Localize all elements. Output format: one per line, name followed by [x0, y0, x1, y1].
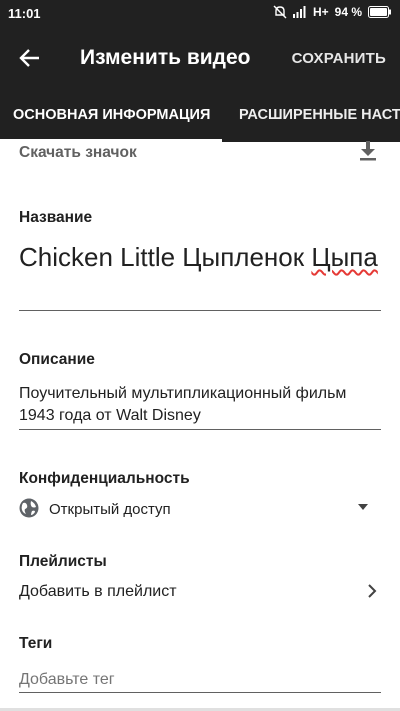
privacy-dropdown[interactable]: Открытый доступ	[19, 498, 381, 520]
title-label: Название	[19, 209, 93, 226]
edit-form: Скачать значок Название Chicken Little Ц…	[0, 141, 400, 711]
add-to-playlist-label: Добавить в плейлист	[19, 583, 177, 600]
dropdown-caret-icon	[358, 504, 368, 510]
tab-bar: ОСНОВНАЯ ИНФОРМАЦИЯ РАСШИРЕННЫЕ НАСТРОЙК…	[0, 88, 400, 142]
description-label: Описание	[19, 351, 95, 368]
title-value-start: Chicken Little Цыпленок	[19, 242, 305, 272]
network-type: H+	[312, 5, 329, 19]
battery-icon	[368, 6, 391, 18]
globe-icon	[19, 498, 39, 518]
tags-input[interactable]	[19, 669, 381, 691]
download-icon[interactable]	[360, 141, 376, 161]
page-title: Изменить видео	[80, 46, 251, 69]
tab-basic-info[interactable]: ОСНОВНАЯ ИНФОРМАЦИЯ	[13, 107, 210, 123]
status-time: 11:01	[8, 6, 41, 21]
status-icons: H+ 94 %	[273, 5, 392, 19]
title-input[interactable]: Chicken Little Цыпленок Цыпа	[19, 240, 381, 275]
privacy-label: Конфиденциальность	[19, 470, 190, 487]
arrow-left-icon[interactable]	[16, 44, 44, 72]
add-to-playlist-row[interactable]: Добавить в плейлист	[19, 581, 381, 603]
description-input[interactable]: Поучительный мультипликационный фильм 19…	[19, 383, 381, 427]
privacy-value: Открытый доступ	[49, 501, 171, 518]
playlists-label: Плейлисты	[19, 553, 107, 570]
download-thumbnail-label: Скачать значок	[19, 144, 137, 161]
tags-label: Теги	[19, 635, 53, 652]
save-button[interactable]: СОХРАНИТЬ	[292, 50, 386, 67]
signal-icon	[292, 6, 306, 18]
mute-icon	[273, 5, 287, 19]
tab-advanced-settings[interactable]: РАСШИРЕННЫЕ НАСТРОЙКИ	[239, 107, 400, 123]
description-underline	[19, 429, 381, 430]
chevron-right-icon	[368, 584, 377, 598]
app-toolbar: Изменить видео СОХРАНИТЬ	[0, 28, 400, 88]
title-value-end: Цыпа	[311, 242, 378, 272]
tags-underline	[19, 692, 381, 693]
battery-percent: 94 %	[334, 5, 362, 19]
title-underline	[19, 310, 381, 311]
status-bar: 11:01 H+ 94 %	[0, 0, 400, 28]
download-thumbnail-row[interactable]: Скачать значок	[0, 141, 400, 166]
